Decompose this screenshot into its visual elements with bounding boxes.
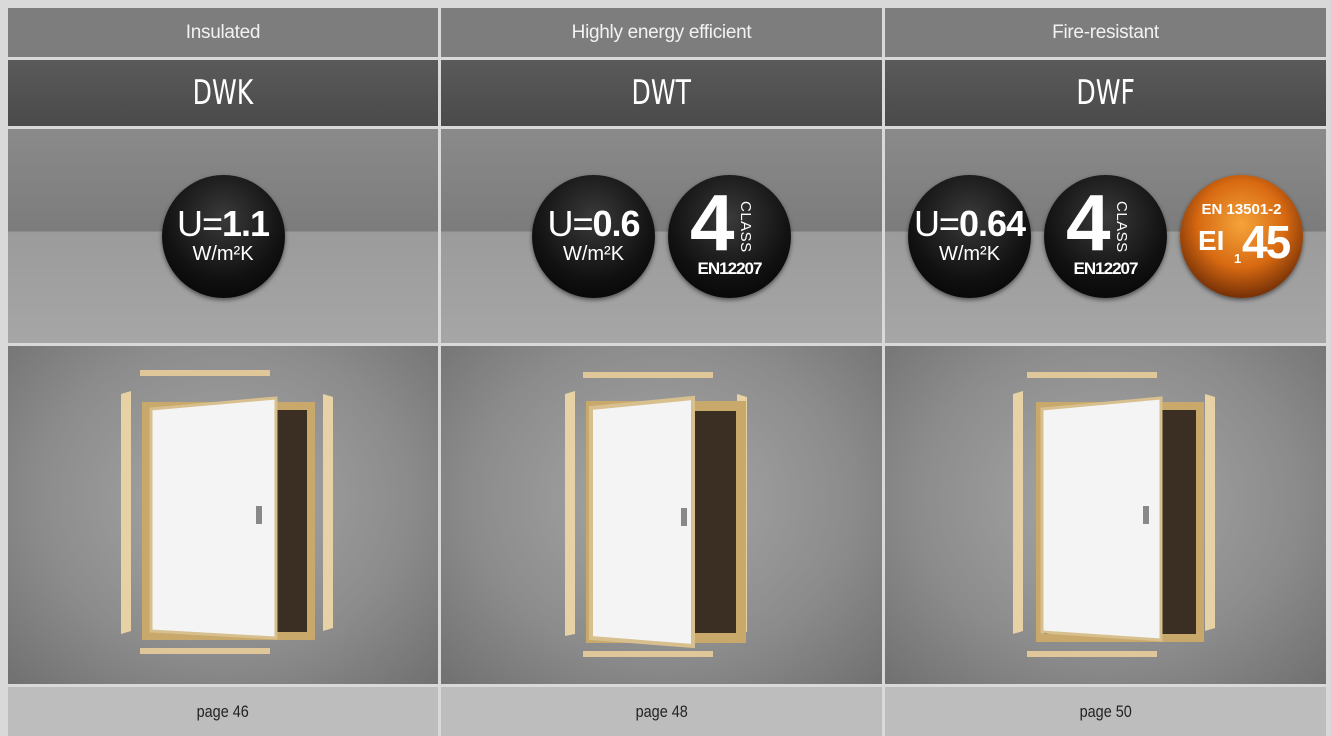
attic-door-image [565, 372, 747, 657]
frame-trim-bottom [1027, 651, 1157, 657]
attic-door-image [121, 370, 333, 654]
frame-trim-top [1027, 372, 1157, 378]
model-name-dwf-text: DWF [1076, 73, 1135, 113]
product-image-dwf [885, 346, 1326, 687]
page-reference-text: page 46 [196, 701, 250, 721]
fire-resistance-badge-dwf: EN 13501-2 EI 1 45 [1180, 174, 1303, 298]
page-reference-dwf[interactable]: page 50 [885, 687, 1326, 736]
frame-trim-left [121, 391, 131, 634]
badges-dwk: U=1.1 W/m²K [8, 129, 438, 346]
door-lock [681, 508, 687, 526]
badges-dwf: U=0.64 W/m²K 4 CLASS EN12207 EN 13501-2 … [885, 129, 1326, 346]
u-value-line: U=0.64 [913, 203, 1026, 244]
u-value-badge-dwf: U=0.64 W/m²K [908, 174, 1031, 298]
u-value: 0.64 [958, 203, 1026, 244]
u-prefix: U= [913, 203, 960, 244]
frame-trim-right [323, 394, 333, 631]
u-value-badge-dwk: U=1.1 W/m²K [161, 174, 285, 298]
frame-trim-bottom [583, 651, 713, 657]
frame-trim-left [565, 391, 575, 636]
model-name-dwt-text: DWT [631, 73, 692, 113]
fire-value: 45 [1242, 215, 1291, 268]
comparison-grid: Insulated Highly energy efficient Fire-r… [8, 8, 1326, 736]
page-reference-text: page 48 [635, 701, 688, 721]
fire-subscript: 1 [1234, 250, 1242, 266]
frame-trim-bottom [140, 648, 270, 654]
door-lock [256, 506, 262, 524]
page-reference-text: page 50 [1079, 701, 1132, 721]
u-unit: W/m²K [192, 243, 254, 265]
frame-trim-left [1013, 391, 1023, 634]
u-value-line: U=0.6 [547, 203, 640, 244]
attic-door-image [1013, 372, 1215, 657]
u-prefix: U= [547, 203, 593, 244]
badges-dwt: U=0.6 W/m²K 4 CLASS EN12207 [441, 129, 882, 346]
u-unit: W/m²K [938, 243, 1001, 265]
product-image-dwk [8, 346, 438, 687]
frame-trim-top [140, 370, 270, 376]
u-value: 1.1 [221, 203, 270, 244]
class-number: 4 [690, 177, 735, 267]
product-comparison-table: Insulated Highly energy efficient Fire-r… [0, 0, 1331, 736]
frame-trim-right [1205, 394, 1215, 631]
air-tightness-class-badge-dwt: 4 CLASS EN12207 [668, 174, 791, 298]
feature-label-dwk: Insulated [8, 8, 438, 60]
frame-trim-top [583, 372, 713, 378]
u-value: 0.6 [592, 203, 640, 244]
feature-label-dwt: Highly energy efficient [441, 8, 882, 60]
door-leaf [589, 395, 695, 649]
door-lock [1143, 506, 1149, 524]
class-number: 4 [1066, 177, 1111, 267]
u-unit: W/m²K [562, 243, 625, 265]
model-name-dwk-text: DWK [192, 73, 254, 113]
u-value-badge-dwt: U=0.6 W/m²K [532, 174, 655, 298]
feature-label-dwf: Fire-resistant [885, 8, 1326, 60]
air-tightness-class-badge-dwf: 4 CLASS EN12207 [1044, 174, 1167, 298]
u-value-line: U=1.1 [176, 203, 270, 244]
class-word: CLASS [737, 200, 754, 253]
class-standard: EN12207 [697, 258, 763, 278]
fire-ei: EI [1198, 224, 1225, 256]
class-standard: EN12207 [1073, 258, 1139, 278]
model-name-dwf: DWF [885, 60, 1326, 129]
model-name-dwk: DWK [8, 60, 438, 129]
u-prefix: U= [176, 203, 223, 244]
class-word: CLASS [1113, 200, 1130, 253]
model-name-dwt: DWT [441, 60, 882, 129]
page-reference-dwk[interactable]: page 46 [8, 687, 438, 736]
page-reference-dwt[interactable]: page 48 [441, 687, 882, 736]
product-image-dwt [441, 346, 882, 687]
